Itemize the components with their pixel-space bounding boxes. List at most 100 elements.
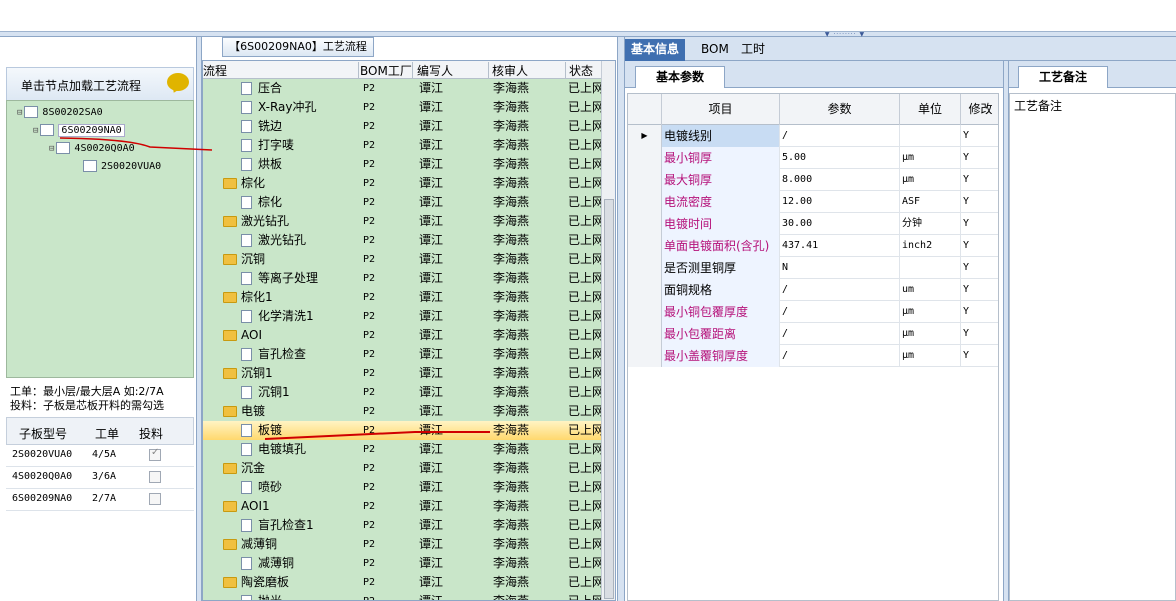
col-item[interactable]: 项目	[662, 94, 780, 125]
tab-basic-info[interactable]: 基本信息	[625, 39, 686, 61]
feed-checkbox[interactable]	[149, 471, 161, 483]
process-row[interactable]: X-Ray冲孔 P2 谭江 李海燕 已上网	[203, 98, 604, 117]
process-row[interactable]: 减薄铜 P2 谭江 李海燕 已上网	[203, 535, 604, 554]
expand-toggle-icon[interactable]: ⊟	[49, 144, 54, 154]
col-unit[interactable]: 单位	[900, 94, 961, 125]
param-value[interactable]: /	[780, 323, 900, 345]
param-value[interactable]: /	[780, 279, 900, 301]
reviewer-cell: 李海燕	[493, 594, 530, 601]
process-row[interactable]: 电镀填孔 P2 谭江 李海燕 已上网	[203, 440, 604, 459]
process-row[interactable]: 陶瓷磨板 P2 谭江 李海燕 已上网	[203, 573, 604, 592]
param-value[interactable]: 30.00	[780, 213, 900, 235]
status-cell: 已上网	[568, 271, 605, 285]
param-modify: Y	[961, 125, 998, 147]
expand-toggle-icon[interactable]: ⊟	[17, 108, 22, 118]
subboard-row[interactable]: 4S0020Q0A0 3/6A	[6, 467, 194, 489]
row-header[interactable]	[628, 191, 662, 213]
process-row[interactable]: 盲孔检查1 P2 谭江 李海燕 已上网	[203, 516, 604, 535]
param-value[interactable]: 437.41	[780, 235, 900, 257]
process-row[interactable]: 沉铜 P2 谭江 李海燕 已上网	[203, 250, 604, 269]
param-row[interactable]: 单面电镀面积(含孔) 437.41 inch2 Y	[628, 235, 998, 257]
process-step-label: 沉金	[241, 461, 266, 475]
tab-bom[interactable]: BOM	[695, 39, 735, 61]
param-value[interactable]: /	[780, 345, 900, 367]
param-row[interactable]: 最小铜厚 5.00 μm Y	[628, 147, 998, 169]
process-row[interactable]: 棕化1 P2 谭江 李海燕 已上网	[203, 288, 604, 307]
status-cell: 已上网	[568, 423, 605, 437]
tab-process-notes[interactable]: 工艺备注	[1018, 66, 1108, 88]
process-row[interactable]: 激光钻孔 P2 谭江 李海燕 已上网	[203, 212, 604, 231]
param-value[interactable]: 5.00	[780, 147, 900, 169]
middle-splitter[interactable]	[617, 37, 625, 601]
process-row[interactable]: 铣边 P2 谭江 李海燕 已上网	[203, 117, 604, 136]
folder-icon	[223, 368, 237, 379]
col-status[interactable]: 状态	[569, 62, 601, 79]
col-process[interactable]: 流程	[203, 62, 359, 79]
process-row[interactable]: AOI1 P2 谭江 李海燕 已上网	[203, 497, 604, 516]
row-header[interactable]	[628, 279, 662, 301]
param-value[interactable]: /	[780, 125, 900, 147]
bom-factory-cell: P2	[363, 159, 376, 170]
process-row[interactable]: 打字唛 P2 谭江 李海燕 已上网	[203, 136, 604, 155]
process-notes-panel[interactable]: 工艺备注	[1009, 93, 1176, 601]
row-header[interactable]	[628, 213, 662, 235]
process-row[interactable]: 压合 P2 谭江 李海燕 已上网	[203, 79, 604, 98]
param-value[interactable]: 8.000	[780, 169, 900, 191]
col-modify[interactable]: 修改	[961, 94, 998, 125]
param-row[interactable]: 最小盖覆铜厚度 / μm Y	[628, 345, 998, 367]
process-step: 棕化	[241, 193, 282, 212]
row-header[interactable]	[628, 169, 662, 191]
process-title-tab[interactable]: 【6S00209NA0】工艺流程	[222, 37, 374, 57]
param-value[interactable]: 12.00	[780, 191, 900, 213]
process-row[interactable]: 沉金 P2 谭江 李海燕 已上网	[203, 459, 604, 478]
process-row[interactable]: 烘板 P2 谭江 李海燕 已上网	[203, 155, 604, 174]
process-row[interactable]: 化学清洗1 P2 谭江 李海燕 已上网	[203, 307, 604, 326]
process-row[interactable]: 减薄铜 P2 谭江 李海燕 已上网	[203, 554, 604, 573]
process-row[interactable]: 棕化 P2 谭江 李海燕 已上网	[203, 193, 604, 212]
param-row[interactable]: 面铜规格 / um Y	[628, 279, 998, 301]
param-row[interactable]: 是否测里铜厚 N Y	[628, 257, 998, 279]
feed-checkbox[interactable]	[149, 493, 161, 505]
process-row[interactable]: 喷砂 P2 谭江 李海燕 已上网	[203, 478, 604, 497]
process-row[interactable]: 盲孔检查 P2 谭江 李海燕 已上网	[203, 345, 604, 364]
tab-work-hours[interactable]: 工时	[735, 39, 771, 61]
row-header[interactable]	[628, 345, 662, 367]
param-value[interactable]: N	[780, 257, 900, 279]
expand-toggle-icon[interactable]: ⊟	[33, 126, 38, 136]
process-row[interactable]: 棕化 P2 谭江 李海燕 已上网	[203, 174, 604, 193]
process-grid-scrollbar[interactable]	[601, 61, 615, 600]
row-header[interactable]	[628, 235, 662, 257]
param-row[interactable]: ▶ 电镀线别 / Y	[628, 125, 998, 147]
row-header[interactable]: ▶	[628, 125, 662, 147]
row-header[interactable]	[628, 323, 662, 345]
param-row[interactable]: 电流密度 12.00 ASF Y	[628, 191, 998, 213]
process-row[interactable]: 沉铜1 P2 谭江 李海燕 已上网	[203, 364, 604, 383]
process-row[interactable]: 电镀 P2 谭江 李海燕 已上网	[203, 402, 604, 421]
row-header[interactable]	[628, 257, 662, 279]
row-header[interactable]	[628, 301, 662, 323]
tab-basic-params[interactable]: 基本参数	[635, 66, 725, 88]
detail-tabs: 基本信息 BOM 工时	[625, 37, 1176, 61]
process-row[interactable]: 激光钻孔 P2 谭江 李海燕 已上网	[203, 231, 604, 250]
param-row[interactable]: 最小铜包覆厚度 / μm Y	[628, 301, 998, 323]
subboard-row[interactable]: 6S00209NA0 2/7A	[6, 489, 194, 511]
process-row[interactable]: 等离子处理 P2 谭江 李海燕 已上网	[203, 269, 605, 288]
param-row[interactable]: 最小包覆距离 / μm Y	[628, 323, 998, 345]
feed-checkbox[interactable]	[149, 447, 161, 461]
process-row[interactable]: AOI P2 谭江 李海燕 已上网	[203, 326, 604, 345]
process-row[interactable]: 沉铜1 P2 谭江 李海燕 已上网	[203, 383, 604, 402]
param-row[interactable]: 最大铜厚 8.000 μm Y	[628, 169, 998, 191]
tree-node[interactable]: ⊟ 8S00202SA0	[17, 105, 103, 121]
tree-node[interactable]: 2S0020VUA0	[81, 159, 161, 175]
load-process-button[interactable]: 单击节点加载工艺流程	[6, 67, 194, 103]
col-writer[interactable]: 编写人	[417, 62, 489, 79]
col-param[interactable]: 参数	[780, 94, 900, 125]
col-reviewer[interactable]: 核审人	[492, 62, 566, 79]
process-row[interactable]: 抛光 P2 谭江 李海燕 已上网	[203, 592, 604, 601]
col-bom-factory[interactable]: BOM工厂	[360, 62, 413, 79]
param-row[interactable]: 电镀时间 30.00 分钟 Y	[628, 213, 998, 235]
row-header[interactable]	[628, 147, 662, 169]
param-value[interactable]: /	[780, 301, 900, 323]
subboard-row[interactable]: 2S0020VUA0 4/5A	[6, 445, 194, 467]
scrollbar-thumb[interactable]	[604, 199, 614, 599]
